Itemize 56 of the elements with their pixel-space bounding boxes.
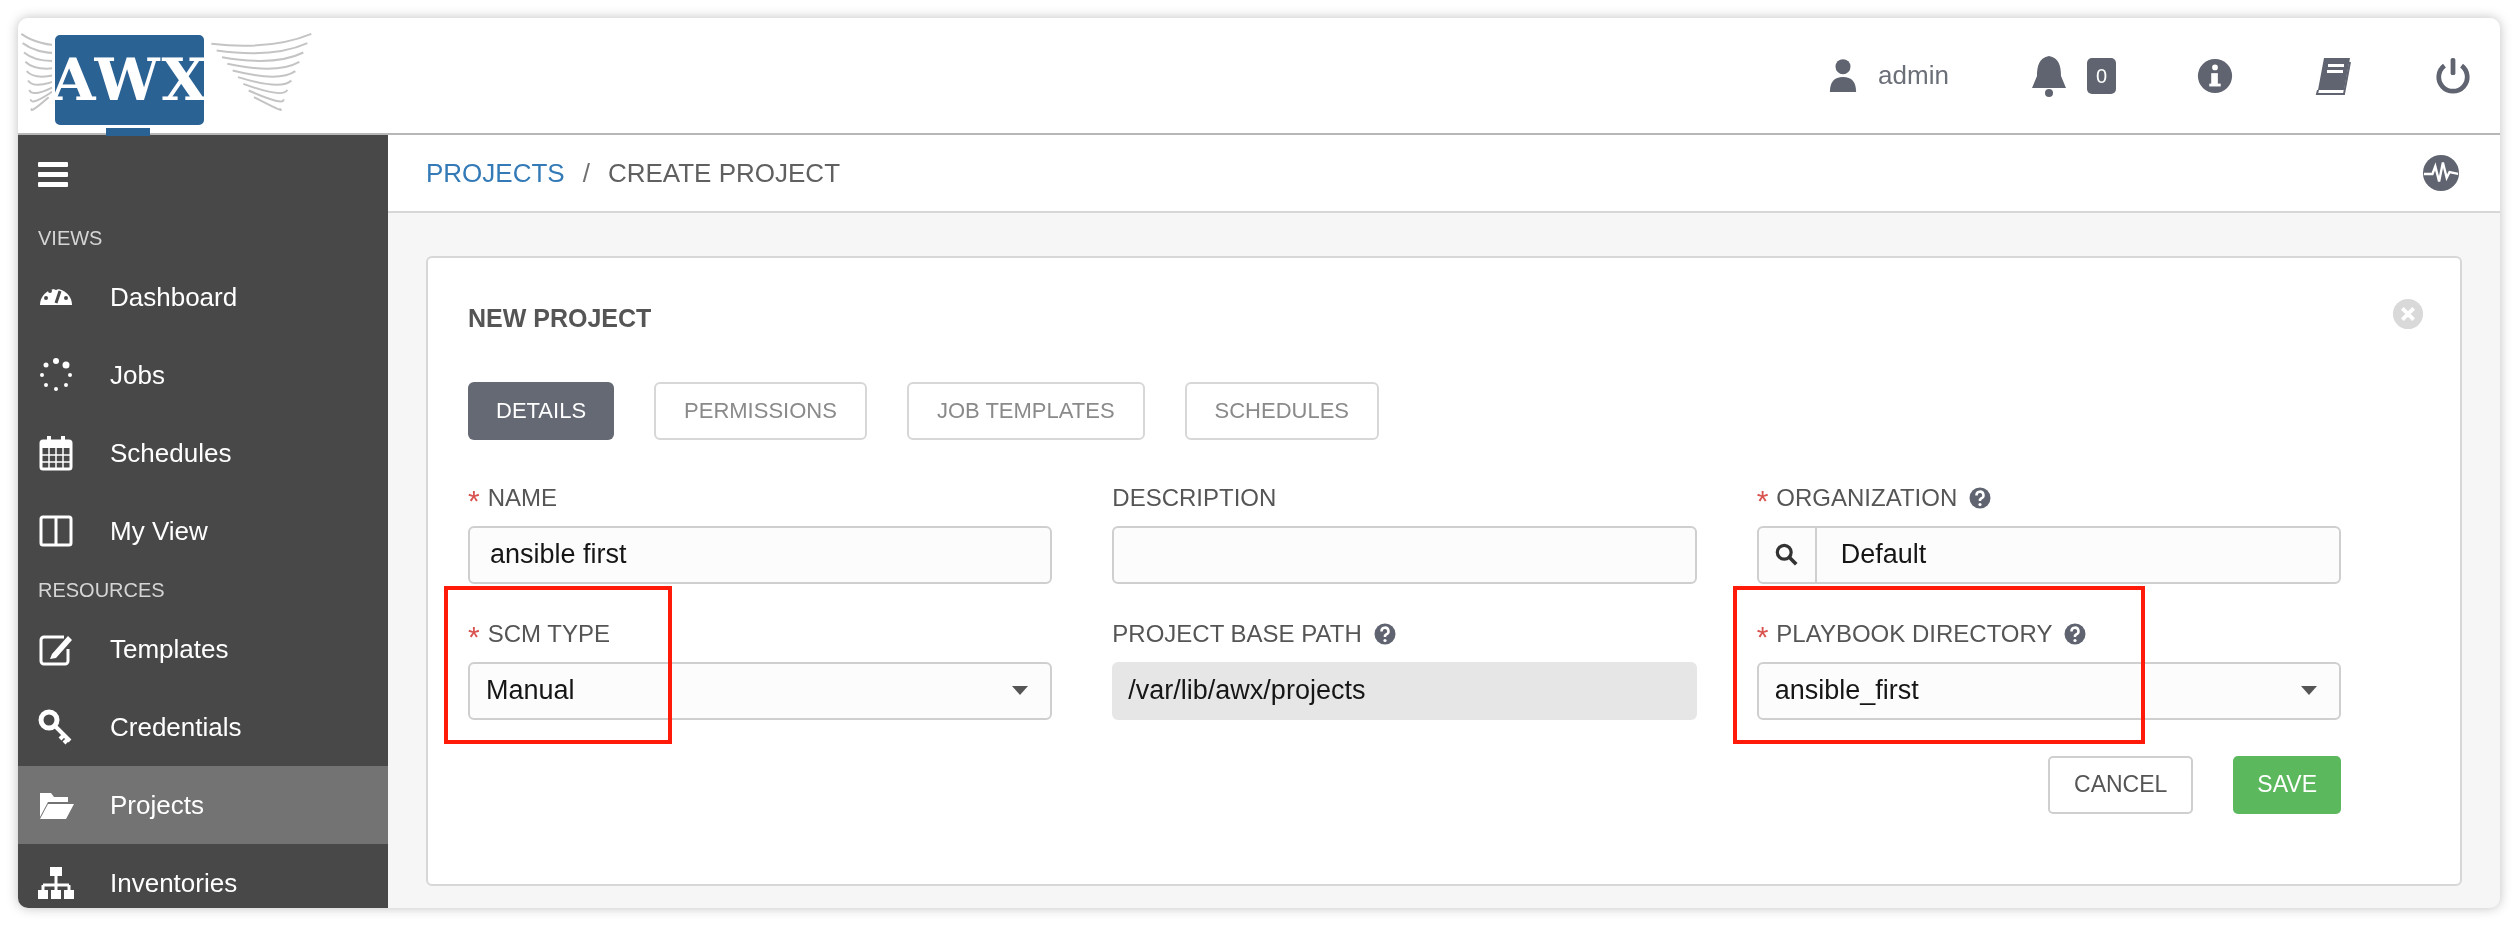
awx-logo: AWX xyxy=(52,32,207,128)
activity-icon[interactable] xyxy=(2422,154,2460,192)
breadcrumb-current: CREATE PROJECT xyxy=(607,156,841,190)
field-label: ORGANIZATION xyxy=(1776,482,1958,513)
logo-stand xyxy=(106,128,150,136)
readonly-field: /var/lib/awx/projects xyxy=(1112,661,1697,720)
spinner-icon xyxy=(38,357,74,393)
field-value: Manual xyxy=(486,674,575,708)
section-heading: VIEWS xyxy=(37,226,104,251)
sidebar-item[interactable]: Jobs xyxy=(18,336,388,414)
user-icon xyxy=(1828,57,1859,94)
book-icon[interactable] xyxy=(2314,55,2354,96)
dropdown-field[interactable]: Manual xyxy=(468,661,1053,720)
info-icon[interactable] xyxy=(2196,56,2234,95)
caret-icon xyxy=(1012,685,1029,696)
cancel-button[interactable]: CANCEL xyxy=(2048,755,2194,814)
section-heading: RESOURCES xyxy=(37,578,166,603)
sidebar-item[interactable]: Templates xyxy=(18,610,388,688)
breadcrumb-link[interactable]: PROJECTS xyxy=(426,153,565,193)
calendar-icon xyxy=(38,435,74,471)
search-icon[interactable] xyxy=(1774,542,1799,567)
power-icon[interactable] xyxy=(2434,55,2472,96)
required-asterisk: * xyxy=(1756,485,1769,516)
required-asterisk: * xyxy=(468,621,480,652)
required-asterisk: * xyxy=(468,485,480,516)
field-label: NAME xyxy=(487,482,558,513)
form-tab[interactable]: DETAILS xyxy=(468,381,615,440)
form-title: NEW PROJECT xyxy=(468,303,652,334)
sidebar-item[interactable]: Inventories xyxy=(18,844,388,908)
field-label: DESCRIPTION xyxy=(1112,482,1277,513)
field-value: ansible_first xyxy=(1774,674,1919,708)
menu-icon[interactable] xyxy=(38,162,68,188)
sitemap-icon xyxy=(38,865,74,901)
text-field[interactable]: ansible first xyxy=(468,525,1053,584)
help-icon[interactable] xyxy=(1969,486,1992,509)
sidebar-item[interactable]: My View xyxy=(18,492,388,570)
help-icon[interactable] xyxy=(1373,622,1396,645)
caret-icon xyxy=(2301,685,2317,696)
field-label: PLAYBOOK DIRECTORY xyxy=(1776,618,2053,649)
columns-icon xyxy=(38,513,74,549)
sidebar-item[interactable]: Projects xyxy=(18,766,388,844)
key-icon xyxy=(38,709,74,745)
field-label: PROJECT BASE PATH xyxy=(1112,618,1362,649)
sidebar-item[interactable]: Credentials xyxy=(18,688,388,766)
dropdown-field[interactable]: ansible_first xyxy=(1756,661,2341,720)
lookup-field[interactable]: Default xyxy=(1756,525,2341,584)
required-asterisk: * xyxy=(1756,621,1769,652)
user-link[interactable]: admin xyxy=(1878,56,1949,95)
breadcrumb-separator: / xyxy=(582,156,590,190)
notification-count: 0 xyxy=(2086,57,2116,94)
field-value: Default xyxy=(1839,538,1927,572)
field-label: SCM TYPE xyxy=(487,618,610,649)
sidebar-item[interactable]: Dashboard xyxy=(18,258,388,336)
help-icon[interactable] xyxy=(2064,622,2087,645)
sidebar-item[interactable]: Schedules xyxy=(18,414,388,492)
text-field[interactable] xyxy=(1112,525,1697,584)
